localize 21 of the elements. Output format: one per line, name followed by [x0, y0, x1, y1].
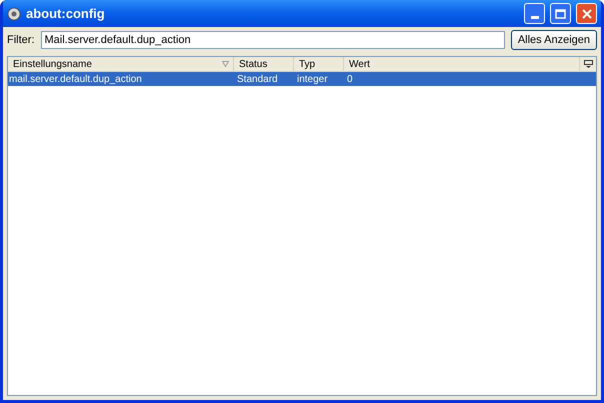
close-icon	[582, 8, 592, 18]
filter-label: Filter:	[7, 32, 34, 48]
table-row[interactable]: mail.server.default.dup_action Standard integer 0	[8, 72, 596, 86]
close-button[interactable]	[576, 3, 597, 24]
table-cell-text: Standard	[236, 72, 279, 86]
column-header[interactable]: Typ	[294, 57, 344, 71]
filter-field[interactable]: Mail.server.default.dup_action	[40, 31, 505, 49]
column-header[interactable]: Wert	[344, 57, 580, 71]
app-icon	[7, 6, 21, 20]
table-cell-text: 0	[346, 72, 354, 86]
table-cell-text: mail.server.default.dup_action	[8, 72, 143, 86]
maximize-button[interactable]	[550, 3, 571, 24]
maximize-icon	[555, 8, 566, 18]
minimize-icon	[530, 16, 538, 19]
minimize-button[interactable]	[524, 3, 545, 24]
window-title: about:config	[26, 4, 106, 23]
column-header[interactable]: Einstellungsname	[8, 57, 234, 71]
show-all-button[interactable]: Alles Anzeigen	[510, 30, 597, 50]
column-header[interactable]: Status	[234, 57, 294, 71]
table-cell-text: integer	[296, 72, 329, 86]
column-picker-icon	[584, 60, 592, 68]
